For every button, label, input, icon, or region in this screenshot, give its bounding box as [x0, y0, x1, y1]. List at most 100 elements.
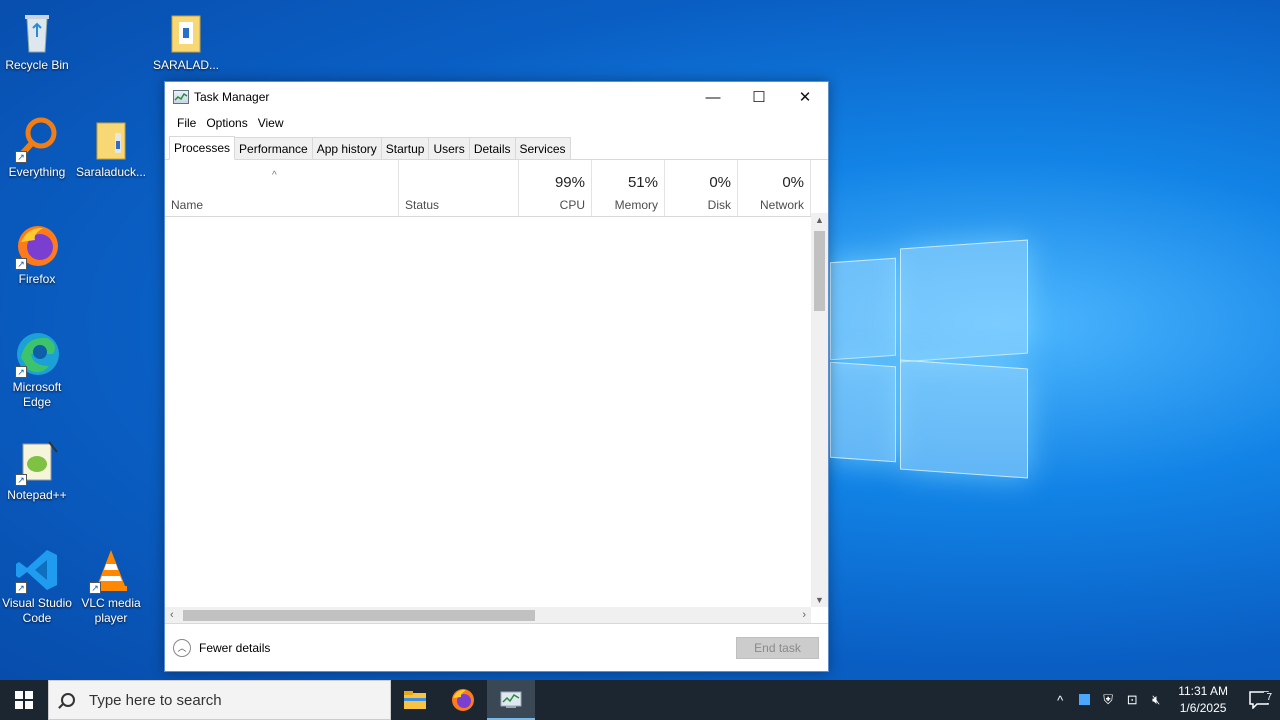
minimize-button[interactable]: — [690, 82, 736, 112]
column-name-label: Name [171, 198, 204, 212]
desktop-icon-label: Notepad++ [7, 488, 67, 502]
chevron-up-icon[interactable]: ^ [1048, 693, 1072, 708]
menu-view[interactable]: View [253, 116, 289, 130]
scroll-up-icon[interactable]: ▲ [811, 215, 828, 225]
desktop-icon-label: Microsoft Edge [12, 380, 62, 409]
desktop-icon-recycle-bin[interactable]: Recycle Bin [0, 8, 74, 73]
column-cpu-label: CPU [559, 198, 585, 212]
tab-startup[interactable]: Startup [380, 137, 430, 159]
action-center-button[interactable]: 7 [1238, 691, 1280, 709]
desktop-icon-label: Recycle Bin [5, 58, 69, 72]
search-icon [61, 693, 75, 707]
chevron-up-icon[interactable]: ︿ [173, 638, 191, 657]
column-cpu-header[interactable]: 99% CPU [519, 160, 592, 216]
file-explorer-icon [404, 691, 426, 709]
clock-date: 1/6/2025 [1179, 701, 1227, 715]
shortcut-arrow-icon: ↗ [15, 582, 27, 594]
taskbar-search-box[interactable]: Type here to search [48, 680, 391, 720]
desktop-icon-label: Visual Studio Code [2, 596, 72, 625]
column-disk-header[interactable]: 0% Disk [665, 160, 738, 216]
desktop-icon-label: Everything [8, 165, 66, 179]
menu-options[interactable]: Options [201, 116, 252, 130]
vlc-icon: ↗ [87, 546, 135, 594]
vscode-icon: ↗ [13, 546, 61, 594]
folder-icon [87, 115, 135, 163]
menu-bar: File Options View [165, 112, 828, 134]
desktop-icon-microsoft-edge[interactable]: ↗ Microsoft Edge [0, 330, 74, 410]
desktop-icon-label: Firefox [18, 272, 56, 286]
desktop-icon-visual-studio-code[interactable]: ↗ Visual Studio Code [0, 546, 74, 626]
vertical-scroll-thumb[interactable] [814, 231, 825, 311]
firefox-icon: ↗ [13, 222, 61, 270]
memory-usage-value: 51% [627, 174, 658, 191]
start-button[interactable] [0, 680, 48, 720]
desktop-icon-everything[interactable]: ↗ Everything [0, 115, 74, 180]
column-disk-label: Disk [707, 198, 731, 212]
shortcut-arrow-icon: ↗ [15, 258, 27, 270]
horizontal-scroll-thumb[interactable] [183, 610, 535, 621]
vertical-scrollbar[interactable]: ▲ ▼ [811, 213, 828, 607]
notification-count: 7 [1264, 692, 1274, 703]
minimize-icon: — [705, 88, 721, 106]
tab-services[interactable]: Services [514, 137, 571, 159]
close-button[interactable]: ✕ [782, 82, 828, 112]
volume-muted-icon[interactable]: 🔇︎ [1144, 692, 1168, 708]
network-icon[interactable]: ⊡ [1120, 692, 1144, 708]
desktop-icon-firefox[interactable]: ↗ Firefox [0, 222, 74, 287]
notepad-plus-plus-icon: ↗ [13, 438, 61, 486]
network-usage-value: 0% [782, 174, 804, 191]
windows-wallpaper-logo [830, 180, 1030, 480]
task-manager-window[interactable]: Task Manager — ☐ ✕ File Options View Pro… [164, 81, 829, 672]
shortcut-arrow-icon: ↗ [15, 474, 27, 486]
column-memory-label: Memory [614, 198, 658, 212]
desktop-icon-label: VLC media player [81, 596, 141, 625]
column-status-header[interactable]: Status [399, 160, 519, 216]
column-network-label: Network [759, 198, 804, 212]
column-name-header[interactable]: ^ Name [165, 160, 399, 216]
process-list[interactable]: ▲ ▼ [165, 213, 828, 607]
taskbar-file-explorer[interactable] [391, 680, 439, 720]
desktop-icon-saralad-folder[interactable]: SARALAD... [149, 8, 223, 73]
recycle-bin-icon [13, 8, 61, 56]
disk-usage-value: 0% [709, 174, 731, 191]
tab-users[interactable]: Users [428, 137, 470, 159]
menu-file[interactable]: File [172, 116, 201, 130]
desktop-icon-vlc-media-player[interactable]: ↗ VLC media player [74, 546, 148, 626]
everything-search-icon: ↗ [13, 115, 61, 163]
firefox-icon [452, 689, 474, 711]
cpu-usage-value: 99% [554, 174, 585, 191]
close-icon: ✕ [798, 89, 812, 106]
taskbar-clock[interactable]: 11:31 AM 1/6/2025 [1168, 683, 1238, 717]
tab-app-history[interactable]: App history [311, 137, 382, 159]
tab-details[interactable]: Details [468, 137, 516, 159]
scroll-right-icon[interactable]: › [802, 607, 806, 624]
end-task-button[interactable]: End task [736, 637, 819, 659]
windows-start-icon [15, 691, 33, 709]
document-folder-icon [162, 8, 210, 56]
taskbar-firefox[interactable] [439, 680, 487, 720]
fewer-details-link[interactable]: Fewer details [199, 641, 270, 655]
clock-time: 11:31 AM [1178, 684, 1228, 698]
search-placeholder: Type here to search [89, 691, 222, 709]
tab-performance[interactable]: Performance [234, 137, 313, 159]
task-manager-icon [500, 691, 522, 708]
tab-processes[interactable]: Processes [169, 136, 236, 160]
title-bar[interactable]: Task Manager — ☐ ✕ [165, 82, 828, 112]
process-table-header: ^ Name Status 99% CPU 51% Memory 0% Disk… [165, 160, 828, 217]
tab-strip: Processes Performance App history Startu… [165, 134, 828, 160]
shortcut-arrow-icon: ↗ [15, 366, 27, 378]
scroll-left-icon[interactable]: ‹ [170, 607, 174, 624]
scroll-down-icon[interactable]: ▼ [811, 595, 828, 605]
horizontal-scrollbar[interactable]: ‹ › [165, 607, 811, 624]
system-tray: ^ ⛨ ⊡ 🔇︎ 11:31 AM 1/6/2025 7 [1048, 680, 1280, 720]
column-memory-header[interactable]: 51% Memory [592, 160, 665, 216]
maximize-button[interactable]: ☐ [736, 82, 782, 112]
column-network-header[interactable]: 0% Network [738, 160, 811, 216]
taskbar-task-manager[interactable] [487, 680, 535, 720]
security-icon[interactable]: ⛨ [1096, 692, 1120, 708]
tray-app-icon[interactable] [1072, 693, 1096, 708]
window-footer: ︿ Fewer details End task [165, 623, 828, 671]
desktop-icon-notepad-plus-plus[interactable]: ↗ Notepad++ [0, 438, 74, 503]
desktop-icon-saraladuck-folder[interactable]: Saraladuck... [74, 115, 148, 180]
task-manager-app-icon [173, 90, 189, 104]
